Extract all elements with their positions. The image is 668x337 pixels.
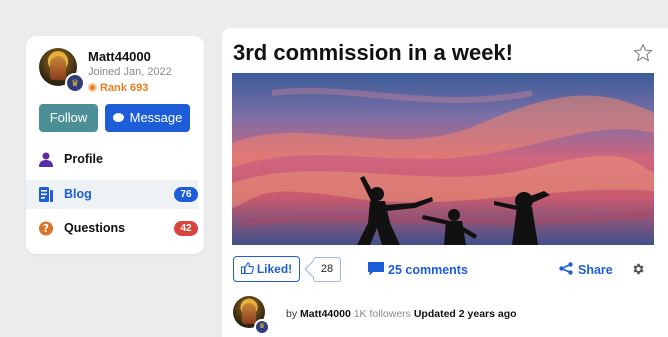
user-icon [39,152,53,167]
sidebar-item-label: Blog [64,187,92,201]
byline-prefix: by [286,308,298,320]
comments-label: 25 comments [388,263,468,277]
profile-sidebar: ♛ Matt44000 Joined Jan, 2022 Rank 693 Fo… [26,36,204,254]
sidebar-item-profile[interactable]: Profile [26,145,198,174]
comments-link[interactable]: 25 comments [368,262,468,277]
post-byline: by Matt44000 1K followers Updated 2 year… [286,308,517,320]
rank-label: Rank 693 [100,82,149,94]
joined-date: Joined Jan, 2022 [88,66,172,78]
sidebar-item-label: Questions [64,221,126,235]
post-title: 3rd commission in a week! [233,40,513,65]
rank-icon [88,83,97,92]
blog-icon [39,187,53,202]
thumbs-up-icon [240,262,254,275]
like-count: 28 [313,257,341,282]
crown-icon: ♛ [254,319,270,335]
post-hero-image [232,73,654,245]
author-name[interactable]: Matt44000 [300,308,351,320]
sidebar-item-label: Profile [64,152,103,166]
username[interactable]: Matt44000 [88,49,151,64]
author-followers: 1K followers [353,308,411,320]
rank-badge: Rank 693 [88,82,148,94]
crown-icon: ♛ [65,73,85,93]
count-badge: 42 [174,221,198,236]
share-button[interactable]: Share [559,262,613,277]
updated-time: Updated 2 years ago [413,308,517,320]
star-icon[interactable] [633,43,653,63]
comment-icon [368,262,384,276]
message-button-label: Message [129,110,183,125]
like-button[interactable]: Liked! [233,256,300,282]
message-button[interactable]: Message [105,104,190,132]
gear-icon[interactable] [631,262,645,276]
svg-text:?: ? [43,223,49,235]
post-card: 3rd commission in a week! Liked! 28 25 c… [222,28,668,337]
share-icon [559,262,573,275]
count-badge: 76 [174,187,198,202]
sidebar-item-questions[interactable]: ? Questions 42 [26,214,198,243]
follow-button[interactable]: Follow [39,104,98,132]
share-label: Share [578,263,613,277]
like-button-label: Liked! [256,262,293,276]
sidebar-item-blog[interactable]: Blog 76 [26,180,198,209]
question-icon: ? [39,221,53,236]
chat-icon [112,113,124,122]
